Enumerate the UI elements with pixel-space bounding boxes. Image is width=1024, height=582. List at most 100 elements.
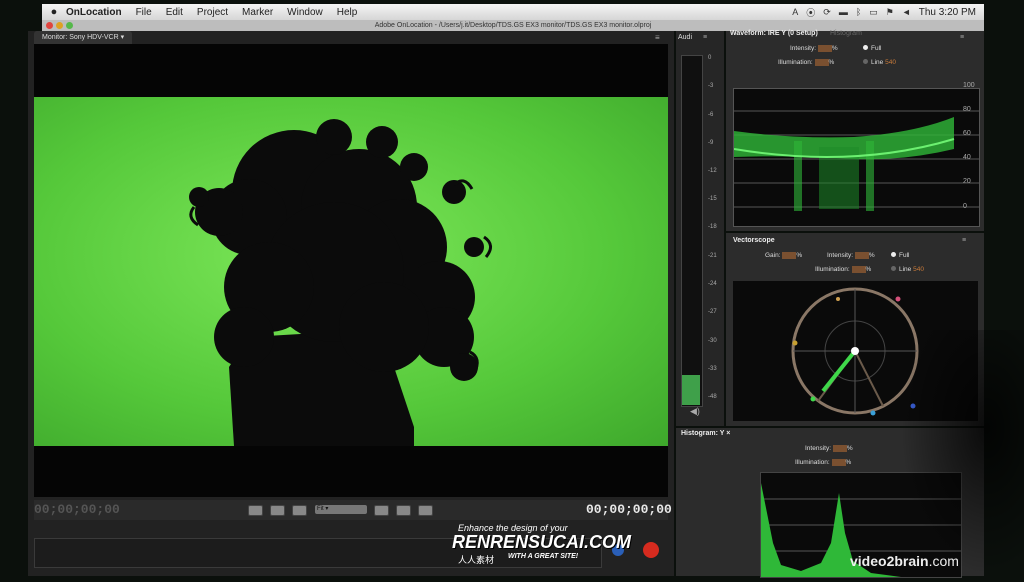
- line-value[interactable]: 540: [885, 59, 896, 66]
- unit: %: [845, 459, 852, 467]
- vec-intensity-label: Intensity:: [827, 252, 854, 260]
- menu-file[interactable]: File: [136, 7, 152, 18]
- unit: %: [828, 59, 835, 67]
- menu-bar: ● OnLocation File Edit Project Marker Wi…: [42, 4, 984, 20]
- close-window-icon[interactable]: [46, 22, 53, 29]
- vec-intensity-slider[interactable]: [854, 252, 869, 259]
- bluetooth-icon[interactable]: ᛒ: [856, 7, 861, 17]
- watermark-logo-text: RENRENSUCAI.COM: [452, 532, 632, 552]
- menu-help[interactable]: Help: [337, 7, 358, 18]
- vec-gain-label: Gain:: [765, 252, 781, 260]
- zoom-window-icon[interactable]: [66, 22, 73, 29]
- histogram-tab-label: Histogram: Y: [681, 430, 725, 437]
- db-label: -15: [708, 196, 717, 202]
- vectorscope-panel-menu-icon[interactable]: ≡: [962, 237, 966, 244]
- vec-intensity-control: Intensity: %: [827, 252, 875, 259]
- brand-logo: video2brain.com: [850, 553, 959, 569]
- line-value[interactable]: 540: [913, 266, 924, 273]
- line-label: Line: [899, 266, 912, 273]
- step-back-button[interactable]: [374, 505, 389, 516]
- vectorscope-tab[interactable]: Vectorscope: [733, 237, 775, 244]
- timecode-in[interactable]: 00;00;00;00: [34, 502, 120, 517]
- db-label: -9: [708, 140, 714, 146]
- menu-edit[interactable]: Edit: [166, 7, 183, 18]
- ire-label: 100: [963, 82, 975, 89]
- db-label: -18: [708, 224, 717, 230]
- vec-illumination-control: Illumination: %: [815, 266, 871, 273]
- waveform-scope: [733, 88, 980, 227]
- db-label: -12: [708, 168, 717, 174]
- toggle-overlay-button[interactable]: [270, 505, 285, 516]
- waveform-panel-menu-icon[interactable]: ≡: [960, 34, 964, 41]
- ire-label: 0: [963, 203, 967, 210]
- histogram-tab[interactable]: Histogram: Y ×: [681, 430, 730, 437]
- menu-app-name[interactable]: OnLocation: [66, 7, 122, 18]
- unit: %: [796, 252, 803, 260]
- wave-intensity-label: Intensity:: [790, 45, 817, 53]
- display-icon[interactable]: ▬: [839, 7, 848, 17]
- audio-tab[interactable]: Audi: [678, 34, 692, 41]
- ire-label: 40: [963, 154, 971, 161]
- volume-icon[interactable]: ◄: [902, 7, 911, 17]
- db-label: -48: [708, 394, 717, 400]
- full-label: Full: [871, 45, 882, 52]
- menu-window[interactable]: Window: [287, 7, 323, 18]
- vec-line-option[interactable]: Line 540: [891, 266, 924, 273]
- db-label: -30: [708, 338, 717, 344]
- loop-button[interactable]: [418, 505, 433, 516]
- hist-illumination-slider[interactable]: [831, 459, 846, 466]
- clock[interactable]: Thu 3:20 PM: [919, 7, 976, 18]
- audio-panel-menu-icon[interactable]: ≡: [703, 34, 707, 41]
- full-label: Full: [899, 252, 910, 259]
- db-label: -6: [708, 112, 714, 118]
- silhouette-figure: [189, 119, 492, 446]
- watermark-chinese: 人人素材: [458, 555, 495, 565]
- brand-name: video2brain: [850, 553, 929, 569]
- zoom-fit-value: Fit: [317, 506, 324, 512]
- display-mode-button[interactable]: [292, 505, 307, 516]
- monitor-tab[interactable]: Monitor: Sony HDV-VCR ▾: [34, 31, 133, 44]
- line-label: Line: [871, 59, 884, 66]
- step-forward-button[interactable]: [396, 505, 411, 516]
- battery-icon[interactable]: ▭: [869, 7, 878, 18]
- status-icon[interactable]: ⦿: [806, 6, 815, 19]
- unit: %: [865, 266, 872, 274]
- menu-marker[interactable]: Marker: [242, 7, 273, 18]
- wave-intensity-slider[interactable]: [817, 45, 832, 52]
- menu-project[interactable]: Project: [197, 7, 228, 18]
- db-label: -27: [708, 309, 717, 315]
- hist-intensity-slider[interactable]: [832, 445, 847, 452]
- wave-line-option[interactable]: Line 540: [863, 59, 896, 66]
- minimize-window-icon[interactable]: [56, 22, 63, 29]
- record-button[interactable]: [643, 542, 659, 558]
- ire-label: 60: [963, 130, 971, 137]
- monitor-panel-menu-icon[interactable]: ≡: [655, 33, 660, 42]
- timecode-current[interactable]: 00;00;00;00: [586, 502, 672, 517]
- vec-illumination-label: Illumination:: [815, 266, 850, 274]
- unit: %: [846, 445, 853, 453]
- audio-level-fill: [682, 375, 700, 405]
- waveform-tab[interactable]: Waveform: IRE Y (0 Setup): [730, 30, 818, 37]
- hist-intensity-control: Intensity: %: [805, 445, 853, 452]
- vec-gain-control: Gain: %: [765, 252, 802, 259]
- window-controls: [46, 22, 73, 29]
- vec-illumination-slider[interactable]: [851, 266, 866, 273]
- speaker-icon[interactable]: ◀): [690, 406, 700, 417]
- wave-intensity-control: Intensity: %: [790, 45, 838, 52]
- adobe-icon[interactable]: A: [792, 7, 798, 17]
- safe-margins-button[interactable]: [248, 505, 263, 516]
- waveform-trace: [733, 110, 979, 211]
- apple-menu-icon[interactable]: ●: [42, 6, 66, 18]
- unit: %: [831, 45, 838, 53]
- sync-icon[interactable]: ⟳: [823, 7, 831, 18]
- flag-icon[interactable]: ⚑: [886, 7, 894, 18]
- wave-illumination-slider[interactable]: [814, 59, 829, 66]
- audio-level-meter: [681, 55, 703, 407]
- vec-gain-slider[interactable]: [782, 252, 797, 259]
- wave-full-option[interactable]: Full: [863, 45, 881, 52]
- vec-full-option[interactable]: Full: [891, 252, 909, 259]
- window-title: Adobe OnLocation - /Users/j.it/Desktop/T…: [374, 22, 652, 29]
- histogram-tab-inactive[interactable]: Histogram: [830, 30, 862, 37]
- zoom-fit-select[interactable]: Fit ▾: [315, 505, 367, 514]
- hand-shadow: [900, 330, 1024, 576]
